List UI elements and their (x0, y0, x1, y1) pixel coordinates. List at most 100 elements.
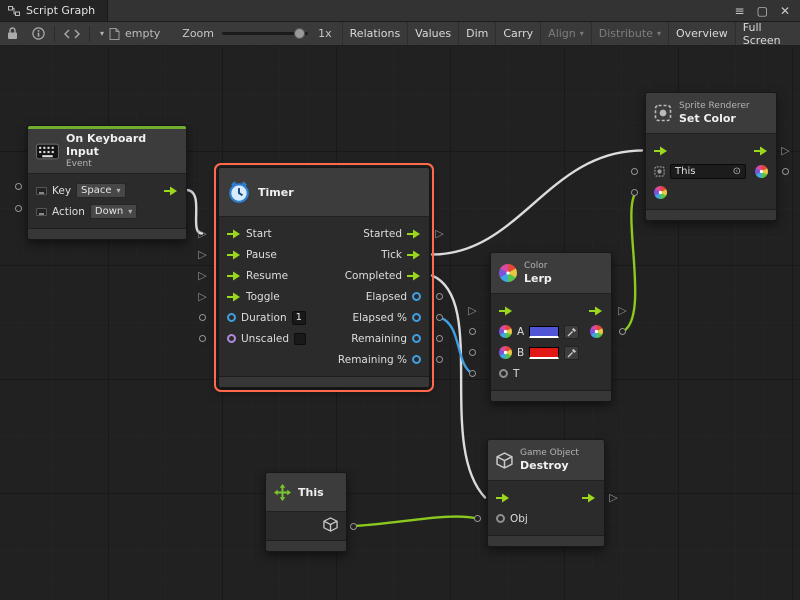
distribute-dropdown[interactable]: Distribute ▾ (591, 22, 668, 45)
code-collapse-icon[interactable] (57, 22, 87, 45)
color-output-port[interactable] (755, 165, 768, 178)
flow-output-port[interactable] (407, 229, 421, 239)
node-color-lerp[interactable]: Color Lerp A (490, 252, 612, 402)
fullscreen-button[interactable]: Full Screen (735, 22, 800, 45)
dim-button[interactable]: Dim (458, 22, 495, 45)
wire-elapsed-pct-to-lerp-t[interactable] (440, 318, 472, 374)
flow-output-port[interactable] (582, 493, 596, 503)
color-swatch-b[interactable] (529, 347, 559, 359)
color-swatch-a[interactable] (529, 326, 559, 338)
ext-port-circle[interactable] (350, 523, 357, 530)
ext-port-triangle[interactable]: ▷ (197, 228, 208, 240)
zoom-slider-knob[interactable] (294, 28, 305, 39)
ext-port-circle[interactable] (15, 183, 22, 190)
window-menu-icon[interactable]: ≡ (735, 4, 745, 18)
node-footer (219, 376, 429, 387)
flow-output-port[interactable] (754, 146, 768, 156)
ext-port-circle[interactable] (436, 293, 443, 300)
ext-port-circle[interactable] (469, 328, 476, 335)
flow-input-port[interactable] (227, 292, 241, 302)
lock-icon[interactable] (0, 22, 25, 45)
color-input-port[interactable] (654, 186, 667, 199)
value-output-port[interactable] (412, 334, 421, 343)
port-row-remaining-pct: Remaining % (338, 349, 421, 370)
flow-output-port[interactable] (407, 250, 421, 260)
ext-port-circle[interactable] (474, 515, 481, 522)
node-timer[interactable]: Timer Start Pause (218, 167, 430, 388)
ext-port-circle[interactable] (469, 349, 476, 356)
graph-canvas[interactable]: On Keyboard Input Event Key Space ▾ (0, 47, 800, 600)
node-on-keyboard-input[interactable]: On Keyboard Input Event Key Space ▾ (27, 125, 187, 240)
ext-port-triangle[interactable]: ▷ (780, 145, 791, 157)
node-destroy[interactable]: Game Object Destroy Obj (487, 439, 605, 547)
port-row-elapsed: Elapsed (338, 286, 421, 307)
ext-port-circle[interactable] (199, 314, 206, 321)
flow-input-port[interactable] (227, 271, 241, 281)
value-input-port[interactable] (227, 313, 236, 322)
ext-port-triangle[interactable]: ▷ (197, 270, 208, 282)
node-title: Timer (258, 186, 294, 199)
ext-port-circle[interactable] (469, 370, 476, 377)
value-input-port[interactable] (496, 514, 505, 523)
ext-port-triangle[interactable]: ▷ (608, 492, 619, 504)
ext-port-circle[interactable] (631, 168, 638, 175)
relations-button[interactable]: Relations (342, 22, 408, 45)
flow-output-port[interactable] (407, 271, 421, 281)
value-output-port[interactable] (412, 313, 421, 322)
unscaled-checkbox[interactable] (294, 333, 306, 345)
key-dropdown[interactable]: Space ▾ (76, 183, 126, 198)
close-icon[interactable]: ✕ (780, 4, 790, 18)
eyedropper-button[interactable] (564, 325, 579, 339)
duration-input[interactable]: 1 (292, 311, 306, 325)
color-port-icon[interactable] (499, 346, 512, 359)
key-type-icon (36, 187, 47, 195)
titlebar: Script Graph ≡ ▢ ✕ (0, 0, 800, 22)
flow-output-port[interactable] (589, 306, 603, 316)
overview-button[interactable]: Overview (668, 22, 735, 45)
toolbar-separator (89, 26, 90, 42)
values-button[interactable]: Values (407, 22, 458, 45)
node-set-color[interactable]: Sprite Renderer Set Color (645, 92, 777, 221)
wire-timer-tick-to-setcolor[interactable] (432, 151, 642, 255)
align-dropdown[interactable]: Align ▾ (540, 22, 591, 45)
node-this[interactable]: This (265, 472, 347, 552)
gameobject-cube-port[interactable] (323, 517, 338, 532)
flow-output-port[interactable] (164, 186, 178, 196)
color-port-icon[interactable] (499, 325, 512, 338)
flow-input-port[interactable] (499, 306, 513, 316)
ext-port-circle[interactable] (619, 328, 626, 335)
graph-selector[interactable]: ▾ empty (92, 27, 168, 40)
ext-port-circle[interactable] (436, 314, 443, 321)
ext-port-circle[interactable] (436, 335, 443, 342)
value-input-port[interactable] (227, 334, 236, 343)
carry-button[interactable]: Carry (495, 22, 540, 45)
ext-port-triangle[interactable]: ▷ (617, 305, 628, 317)
ext-port-circle[interactable] (15, 205, 22, 212)
ext-port-circle[interactable] (436, 356, 443, 363)
port-row-elapsed-pct: Elapsed % (338, 307, 421, 328)
ext-port-triangle[interactable]: ▷ (197, 291, 208, 303)
ext-port-triangle[interactable]: ▷ (197, 249, 208, 261)
flow-input-port[interactable] (227, 229, 241, 239)
value-output-port[interactable] (412, 292, 421, 301)
tab-script-graph[interactable]: Script Graph (0, 0, 108, 21)
value-output-port[interactable] (412, 355, 421, 364)
flow-input-port[interactable] (227, 250, 241, 260)
object-picker-icon[interactable]: ⊙ (733, 167, 741, 177)
ext-port-circle[interactable] (782, 168, 789, 175)
value-input-port[interactable] (499, 369, 508, 378)
ext-port-triangle[interactable]: ▷ (434, 228, 445, 240)
target-object-field[interactable]: This ⊙ (670, 164, 746, 179)
info-icon[interactable] (25, 22, 52, 45)
eyedropper-button[interactable] (564, 346, 579, 360)
flow-input-port[interactable] (654, 146, 668, 156)
maximize-icon[interactable]: ▢ (757, 4, 768, 18)
ext-port-triangle[interactable]: ▷ (467, 305, 478, 317)
action-dropdown[interactable]: Down ▾ (90, 204, 137, 219)
zoom-slider[interactable] (222, 32, 308, 35)
ext-port-circle[interactable] (631, 189, 638, 196)
ext-port-circle[interactable] (199, 335, 206, 342)
flow-input-port[interactable] (496, 493, 510, 503)
color-output-port[interactable] (590, 325, 603, 338)
wire-this-to-destroy-obj[interactable] (353, 517, 477, 526)
